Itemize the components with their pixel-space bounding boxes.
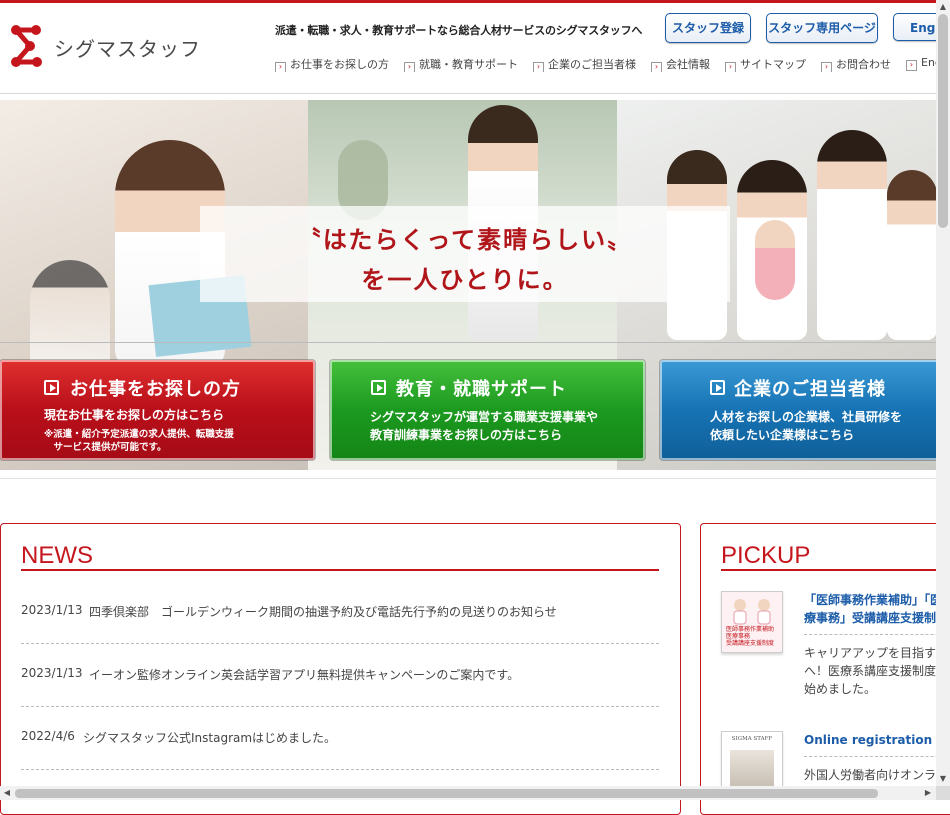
site-header: シグマスタッフ 派遣・転職・求人・教育サポートなら総合人材サービスのシグマスタッ… [0, 3, 950, 94]
nav-item-education-support[interactable]: › 就職・教育サポート [404, 56, 518, 72]
news-item[interactable]: 2023/1/13 イーオン監修オンライン英会話学習アプリ無料提供キャンペーンの… [21, 644, 659, 707]
news-title-underline [21, 569, 659, 571]
play-arrow-icon [44, 380, 59, 395]
site-logo[interactable]: シグマスタッフ [8, 24, 200, 68]
staff-figure [887, 170, 936, 340]
arrow-right-icon: › [906, 60, 917, 71]
cta-title: お仕事をお探しの方 [70, 379, 241, 400]
nav-item-job-search[interactable]: › お仕事をお探しの方 [275, 56, 389, 72]
news-item[interactable]: 2023/1/13 四季倶楽部 ゴールデンウィーク期間の抽選予約及び電話先行予約… [21, 581, 659, 644]
news-date: 2022/4/6 [21, 729, 75, 743]
coworker-figure [30, 260, 110, 370]
pickup-item-title[interactable]: 「医師事務作業補助」「医 療事務」受講講座支援制度 [804, 591, 948, 627]
play-arrow-icon [710, 380, 725, 395]
hero-divider [0, 342, 936, 343]
hero-banner: 〝はたらくって素晴らしい〟 を一人ひとりに。 お仕事をお探しの方 現在お仕事をお… [0, 100, 936, 470]
news-section: NEWS 2023/1/13 四季倶楽部 ゴールデンウィーク期間の抽選予約及び電… [0, 523, 681, 815]
cta-note: ※派遣・紹介予定派遣の求人提供、転職支援 サービス提供が可能です。 [44, 429, 234, 453]
pickup-title-underline [721, 569, 950, 571]
news-date: 2023/1/13 [21, 666, 83, 680]
news-text: イーオン監修オンライン英会話学習アプリ無料提供キャンペーンのご案内です。 [89, 668, 520, 682]
nav-item-english[interactable]: ›English [906, 56, 936, 72]
global-nav: › お仕事をお探しの方 › 就職・教育サポート › 企業のご担当者様 › 会社情報 › サ… [275, 56, 936, 72]
news-item[interactable]: 2022/4/6 シグマスタッフ公式Instagramはじめました。 [21, 707, 659, 770]
arrow-right-icon: › [821, 62, 832, 72]
news-date: 2023/1/13 [21, 603, 83, 617]
pickup-item-text: 外国人労働者向けオンライン [804, 768, 950, 782]
nav-item-corporate[interactable]: › 企業のご担当者様 [533, 56, 636, 72]
scroll-left-arrow-icon[interactable]: ◀ [0, 786, 14, 800]
play-arrow-icon [371, 380, 386, 395]
hero-catchphrase: 〝はたらくって素晴らしい〟 を一人ひとりに。 [200, 206, 730, 302]
arrow-right-icon: › [275, 62, 286, 72]
pickup-item-title[interactable]: Online registration [804, 731, 932, 749]
cta-subtitle: 現在お仕事をお探しの方はこちら [44, 408, 225, 422]
staff-registration-button[interactable]: スタッフ登録 [665, 13, 751, 43]
office-photo-icon [730, 750, 774, 786]
pickup-title: PICKUP [721, 542, 811, 569]
scroll-down-arrow-icon[interactable]: ▼ [936, 772, 950, 786]
arrow-right-icon: › [725, 62, 736, 72]
doctor-figure [817, 130, 887, 340]
pickup-rule [804, 634, 950, 635]
scroll-up-arrow-icon[interactable]: ▲ [936, 0, 950, 14]
staff-page-button[interactable]: スタッフ専用ページ [766, 13, 878, 43]
cta-subtitle: シグマスタッフが運営する職業支援事業や 教育訓練事業をお探しの方はこちら [370, 410, 599, 442]
news-text: シグマスタッフ公式Instagramはじめました。 [83, 731, 337, 745]
cta-education-support[interactable]: 教育・就職サポート シグマスタッフが運営する職業支援事業や 教育訓練事業をお探し… [330, 360, 645, 460]
arrow-right-icon: › [651, 62, 662, 72]
section-divider [0, 478, 936, 479]
cta-title: 企業のご担当者様 [734, 379, 886, 400]
cta-subtitle: 人材をお探しの企業様、社員研修を 依頼したい企業様はこちら [710, 410, 903, 442]
arrow-right-icon: › [533, 62, 544, 72]
pickup-section: PICKUP 医師事務作業補助 医療事務 受講講座支援制度 「医師事務作業補助」… [700, 523, 950, 815]
scroll-right-arrow-icon[interactable]: ▶ [921, 786, 935, 800]
thumbnail-caption: 医師事務作業補助 医療事務 受講講座支援制度 [726, 626, 775, 647]
nav-item-sitemap[interactable]: › サイトマップ [725, 56, 806, 72]
pickup-rule [804, 756, 950, 757]
cta-title: 教育・就職サポート [396, 379, 567, 400]
cta-corporate[interactable]: 企業のご担当者様 人材をお探しの企業様、社員研修を 依頼したい企業様はこちら [660, 360, 936, 460]
news-title: NEWS [21, 542, 93, 569]
thumbnail-logo-text: SIGMA STAFF [731, 736, 773, 742]
logo-text: シグマスタッフ [54, 37, 201, 61]
arrow-right-icon: › [404, 62, 415, 72]
cta-job-seekers[interactable]: お仕事をお探しの方 現在お仕事をお探しの方はこちら ※派遣・紹介予定派遣の求人提… [0, 360, 315, 460]
vertical-scroll-thumb[interactable] [938, 14, 948, 228]
child-figure [755, 220, 795, 300]
pickup-thumbnail-online[interactable]: SIGMA STAFF [721, 731, 783, 793]
nav-item-contact[interactable]: › お問合わせ [821, 56, 891, 72]
news-text: 四季倶楽部 ゴールデンウィーク期間の抽選予約及び電話先行予約の見送りのお知らせ [89, 605, 557, 619]
hero-line-1: 〝はたらくって素晴らしい〟 [296, 225, 634, 254]
nav-item-company-info[interactable]: › 会社情報 [651, 56, 710, 72]
sigma-logo-icon [11, 25, 42, 67]
scrollbar-corner [936, 786, 950, 800]
horizontal-scrollbar[interactable]: ◀ ▶ [0, 786, 936, 800]
pickup-thumbnail-medical[interactable]: 医師事務作業補助 医療事務 受講講座支援制度 [721, 591, 783, 653]
pickup-item-text: キャリアアップを目指す方 へ！医療系講座支援制度を 始めました。 [804, 646, 949, 696]
hero-line-2: を一人ひとりに。 [361, 265, 569, 294]
vertical-scrollbar[interactable]: ▲ ▼ [936, 0, 950, 786]
horizontal-scroll-thumb[interactable] [15, 789, 878, 798]
header-tagline: 派遣・転職・求人・教育サポートなら総合人材サービスのシグマスタッフへ [275, 24, 643, 37]
